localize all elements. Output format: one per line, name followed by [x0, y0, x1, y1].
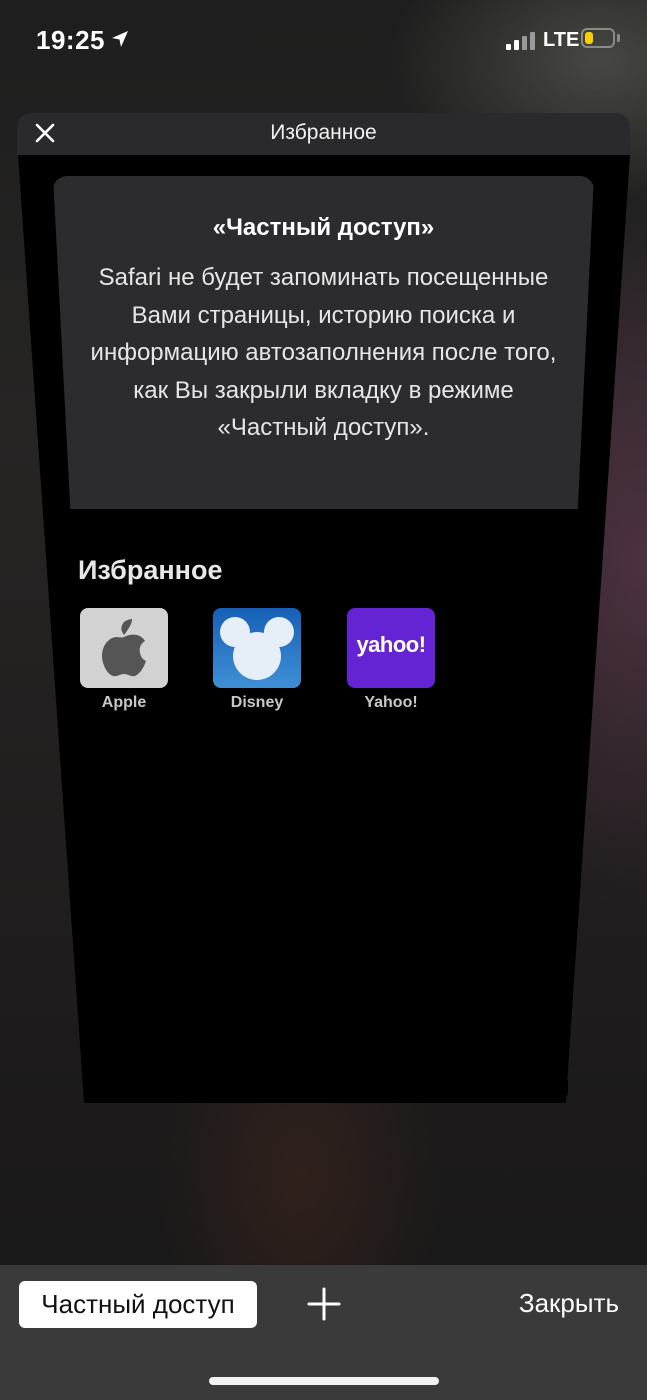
yahoo-tile: yahoo! — [347, 608, 435, 688]
yahoo-logo-icon: yahoo! — [356, 632, 426, 657]
battery-level — [585, 32, 593, 44]
favorite-disney[interactable]: Disney — [213, 608, 303, 712]
favorite-label: Apple — [101, 694, 147, 711]
favorite-apple[interactable]: Apple — [80, 608, 170, 712]
favorite-yahoo[interactable]: yahoo! Yahoo! — [347, 608, 437, 712]
battery-icon — [581, 28, 615, 48]
favorite-label: Disney — [230, 694, 284, 711]
cellular-signal-icon — [506, 30, 536, 50]
tab-title: Избранное — [270, 121, 377, 144]
private-mode-button[interactable]: Частный доступ — [19, 1281, 257, 1328]
battery-tip — [617, 34, 620, 42]
mickey-mouse-icon — [220, 617, 294, 680]
apple-tile — [80, 608, 168, 688]
tab-preview-bottom — [84, 1080, 568, 1103]
status-time: 19:25 — [36, 25, 105, 55]
location-arrow-icon — [112, 31, 128, 47]
disney-tile — [213, 608, 301, 688]
plus-icon[interactable] — [307, 1287, 341, 1321]
favorite-label: Yahoo! — [364, 694, 418, 711]
private-notice-text: Safari не будет запоминать посещенные Ва… — [90, 264, 557, 441]
home-indicator[interactable] — [209, 1377, 439, 1385]
apple-logo-icon — [102, 619, 146, 677]
network-type: LTE — [543, 29, 580, 51]
status-bar: 19:25 LTE — [0, 0, 647, 80]
favorites-heading: Избранное — [78, 555, 223, 585]
close-button[interactable]: Закрыть — [519, 1288, 619, 1319]
private-notice-title: «Частный доступ» — [212, 214, 435, 241]
